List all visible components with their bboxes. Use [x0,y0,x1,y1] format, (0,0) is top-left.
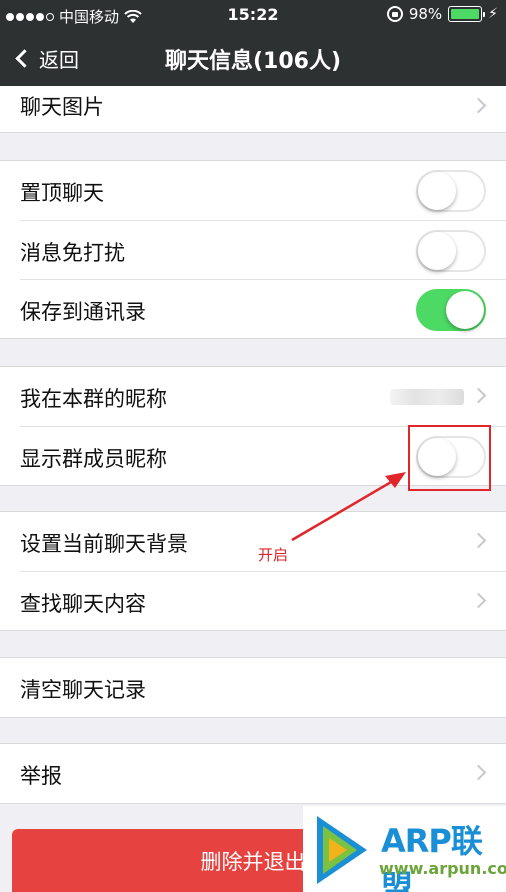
chevron-right-icon [470,387,487,404]
chat-images-label: 聊天图片 [20,95,104,119]
play-logo-icon [317,816,367,884]
navigation-bar: 返回 聊天信息(106人) [0,30,506,86]
report-label: 举报 [20,764,62,788]
rotation-lock-icon [386,6,403,22]
row-search-chat[interactable]: 查找聊天内容 [20,571,506,630]
watermark-brand: ARP联盟 [381,822,483,892]
annotation-label: 开启 [258,546,289,564]
settings-group: 置顶聊天 消息免打扰 保存到通讯录 [0,160,506,339]
watermark: ARP联盟 www.arpun.com [303,806,506,892]
toggle-knob [446,291,484,329]
battery-percent: 98% [408,5,443,23]
chevron-right-icon [470,532,487,549]
report-group: 举报 [0,743,506,804]
toggle-knob [418,232,456,270]
charging-bolt-icon: ⚡ [488,6,498,22]
row-report[interactable]: 举报 [20,744,506,803]
media-group: 聊天图片 [0,86,506,133]
watermark-url: www.arpun.com [379,859,506,878]
page-title: 聊天信息(106人) [164,49,342,74]
row-clear-history[interactable]: 清空聊天记录 [20,658,506,717]
mute-label: 消息免打扰 [20,241,125,265]
row-chat-images[interactable]: 聊天图片 [20,86,506,132]
save-contacts-label: 保存到通讯录 [20,300,146,324]
pin-chat-label: 置顶聊天 [20,181,104,205]
chevron-right-icon [470,97,487,114]
chat-group: 设置当前聊天背景 查找聊天内容 [0,511,506,631]
status-bar: 中国移动 15:22 98% ⚡ [0,0,506,30]
chevron-right-icon [470,592,487,609]
show-member-nicknames-label: 显示群成员昵称 [20,447,167,471]
pin-chat-toggle[interactable] [416,170,486,212]
my-nickname-label: 我在本群的昵称 [20,387,167,411]
row-pin-chat: 置顶聊天 [20,161,506,220]
battery-status: 98% ⚡ [386,5,498,23]
row-save-contacts: 保存到通讯录 [20,279,506,338]
battery-icon [448,6,486,22]
row-my-nickname[interactable]: 我在本群的昵称 [20,367,506,426]
annotation-highlight-box [408,425,491,491]
clear-history-label: 清空聊天记录 [20,678,146,702]
search-chat-label: 查找聊天内容 [20,592,146,616]
chat-background-label: 设置当前聊天背景 [20,532,188,556]
mute-toggle[interactable] [416,230,486,272]
toggle-knob [418,172,456,210]
save-contacts-toggle[interactable] [416,289,486,331]
row-mute: 消息免打扰 [20,220,506,279]
chevron-right-icon [470,764,487,781]
clear-group: 清空聊天记录 [0,657,506,718]
blurred-nickname [390,389,464,405]
